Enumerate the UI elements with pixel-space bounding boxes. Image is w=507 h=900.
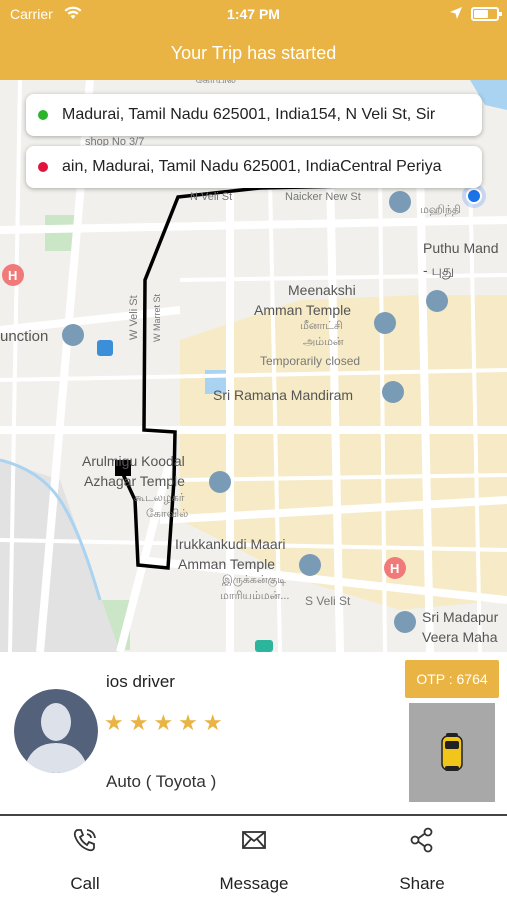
map-label: S Veli St: [305, 594, 351, 608]
driver-card: ios driver ★★★★★ Auto ( Toyota ) OTP : 6…: [0, 652, 507, 818]
map-label: Veera Maha: [422, 629, 498, 645]
status-bar: Carrier 1:47 PM: [0, 0, 507, 28]
vehicle-info: Auto ( Toyota ): [106, 772, 217, 791]
share-label: Share: [399, 874, 445, 893]
map-label: Sri Ramana Mandiram: [213, 387, 354, 403]
map-label: மாரியம்மன்...: [220, 590, 290, 602]
battery-icon: [471, 7, 502, 21]
pickup-address-box[interactable]: Madurai, Tamil Nadu 625001, India154, N …: [26, 94, 482, 136]
map-label: N Veli St: [190, 191, 233, 203]
map-label: unction: [0, 328, 49, 345]
map-label: - புது: [423, 262, 455, 278]
drop-dot-icon: [38, 162, 48, 172]
driver-name: ios driver: [106, 672, 175, 691]
phone-icon: [71, 826, 99, 854]
map-label: Temporarily closed: [260, 354, 361, 368]
driver-rating: ★★★★★: [104, 710, 228, 735]
map-label: கோவில்: [146, 508, 189, 520]
map-label: Amman Temple: [178, 556, 276, 572]
svg-text:H: H: [8, 268, 17, 283]
location-arrow-icon: [449, 6, 463, 23]
call-button[interactable]: Call: [15, 816, 155, 900]
driver-avatar: [14, 689, 98, 773]
action-bar: Call Message Share: [0, 816, 507, 900]
drop-address-box[interactable]: ain, Madurai, Tamil Nadu 625001, IndiaCe…: [26, 146, 482, 188]
map-label: Amman Temple: [254, 302, 352, 318]
vehicle-image: [409, 703, 495, 802]
share-icon: [408, 826, 436, 854]
message-label: Message: [219, 874, 289, 893]
pickup-dot-icon: [38, 110, 48, 120]
map-label: Meenakshi: [288, 282, 356, 298]
map-label: கூடலழகர்: [134, 492, 185, 504]
otp-badge: OTP : 6764: [405, 660, 499, 698]
share-button[interactable]: Share: [352, 816, 492, 900]
map-label: மீனாட்சி: [300, 320, 343, 332]
map-label: Azhagar Temple: [84, 473, 185, 489]
call-label: Call: [70, 874, 100, 893]
clock: 1:47 PM: [227, 6, 280, 22]
map-label: இருக்கன்குடி: [222, 574, 287, 586]
map-label: Naicker New St: [285, 191, 361, 203]
svg-text:H: H: [390, 561, 399, 576]
map-label: அம்மன்: [303, 336, 344, 348]
drop-address: ain, Madurai, Tamil Nadu 625001, IndiaCe…: [62, 158, 442, 175]
map-label: W Veli St: [128, 295, 140, 340]
map-label: மஹிந்தி: [420, 204, 461, 216]
map-label: கோயில்: [195, 80, 237, 86]
map-label: W Marret St: [152, 293, 162, 342]
trip-status-title: Your Trip has started: [0, 28, 507, 80]
map-view[interactable]: H H கோயில் shop No 3/7 N Veli St Naicker…: [0, 80, 507, 652]
map-label: Sri Madapur: [422, 609, 499, 625]
map-label: Irukkankudi Maari: [175, 536, 286, 552]
message-button[interactable]: Message: [184, 816, 324, 900]
map-label: Arulmigu Koodal: [82, 453, 185, 469]
map-label: Puthu Mand: [423, 240, 499, 256]
envelope-icon: [240, 826, 268, 854]
pickup-address: Madurai, Tamil Nadu 625001, India154, N …: [62, 106, 436, 123]
